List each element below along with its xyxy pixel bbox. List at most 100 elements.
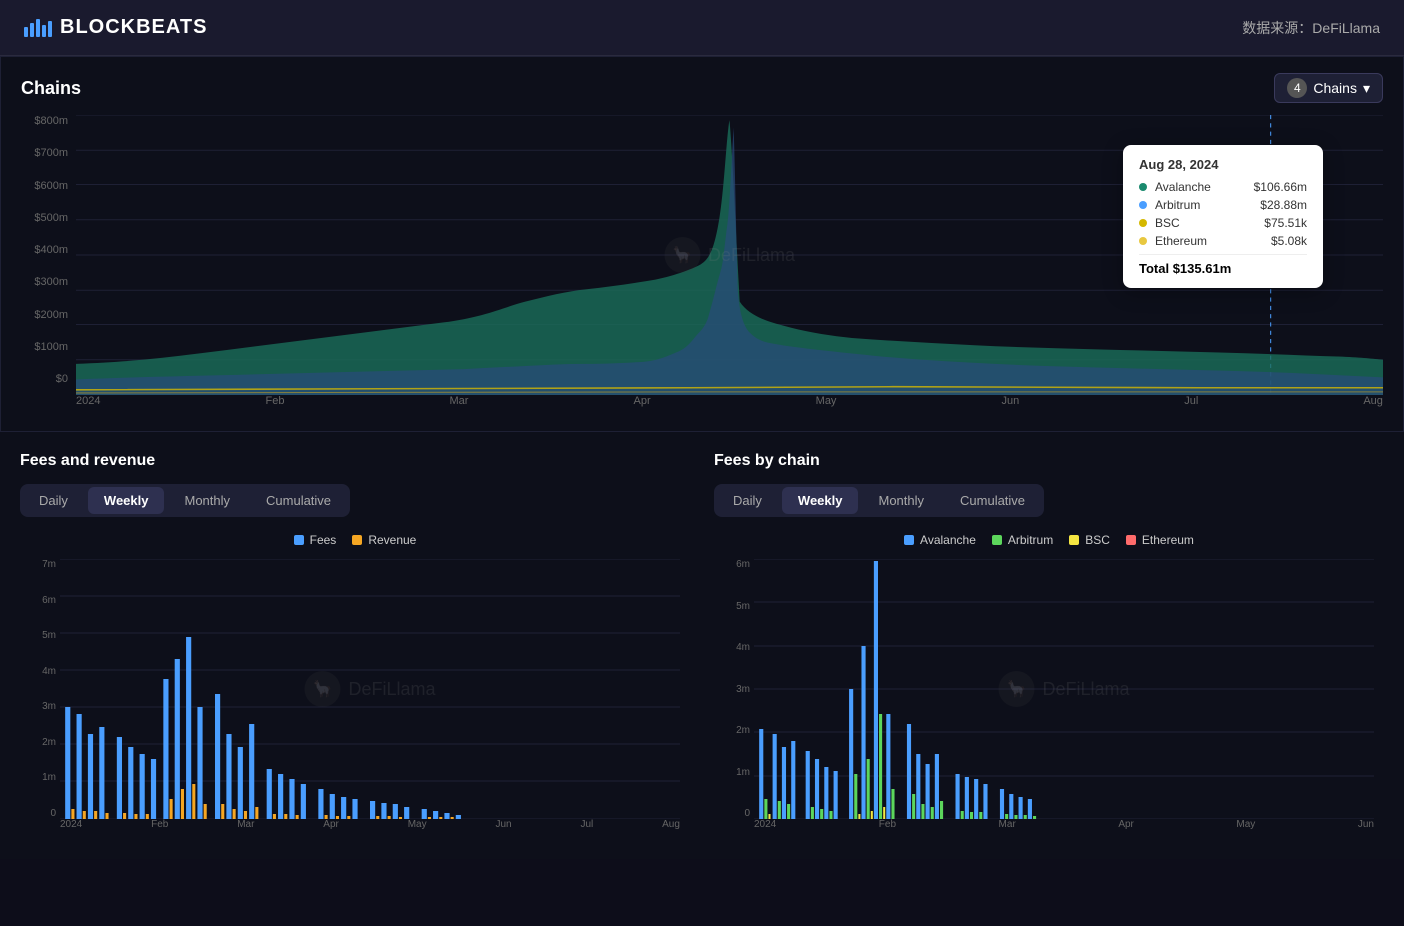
y-label-100m: $100m: [21, 341, 68, 353]
tooltip-label-bsc: BSC: [1155, 216, 1256, 230]
legend-label-avalanche: Avalanche: [920, 533, 976, 547]
legend-bsc: BSC: [1069, 533, 1110, 547]
logo-text: BLOCKBEATS: [60, 16, 207, 39]
tooltip-label-ethereum: Ethereum: [1155, 234, 1263, 248]
area-chart-container: $800m $700m $600m $500m $400m $300m $200…: [21, 115, 1383, 415]
logo-bar-4: [42, 25, 46, 37]
x-label-jul: Jul: [1184, 395, 1198, 415]
legend-dot-fees: [294, 535, 304, 545]
fees-by-chain-tabs: Daily Weekly Monthly Cumulative: [714, 484, 1044, 517]
fees-legend: Fees Revenue: [20, 533, 690, 547]
tooltip-value-ethereum: $5.08k: [1271, 234, 1307, 248]
tooltip-label-avalanche: Avalanche: [1155, 180, 1246, 194]
tab-monthly-fees[interactable]: Monthly: [168, 487, 246, 514]
x-label-apr: Apr: [634, 395, 651, 415]
tab-daily-chain[interactable]: Daily: [717, 487, 778, 514]
main-chart-header: Chains 4 Chains ▾: [21, 73, 1383, 103]
main-chart-section: Chains 4 Chains ▾ $800m $700m $600m $500…: [0, 56, 1404, 432]
legend-arbitrum: Arbitrum: [992, 533, 1053, 547]
legend-label-ethereum: Ethereum: [1142, 533, 1194, 547]
chain-bar-chart: 6m 5m 4m 3m 2m 1m 0: [714, 559, 1384, 839]
tab-cumulative-fees[interactable]: Cumulative: [250, 487, 347, 514]
tooltip-dot-bsc: [1139, 219, 1147, 227]
logo-icon: [24, 19, 52, 37]
tab-cumulative-chain[interactable]: Cumulative: [944, 487, 1041, 514]
tooltip-row-bsc: BSC $75.51k: [1139, 216, 1307, 230]
tooltip-dot-ethereum: [1139, 237, 1147, 245]
area-chart-y-labels: $800m $700m $600m $500m $400m $300m $200…: [21, 115, 76, 385]
y-label-500m: $500m: [21, 212, 68, 224]
x-label-aug: Aug: [1363, 395, 1383, 415]
tooltip-total-label: Total: [1139, 261, 1173, 276]
fees-by-chain-panel: Fees by chain Daily Weekly Monthly Cumul…: [714, 452, 1384, 839]
y-label-400m: $400m: [21, 244, 68, 256]
legend-label-arbitrum: Arbitrum: [1008, 533, 1053, 547]
tab-monthly-chain[interactable]: Monthly: [862, 487, 940, 514]
logo-bar-2: [30, 23, 34, 37]
chain-y-labels: 6m 5m 4m 3m 2m 1m 0: [714, 559, 754, 819]
logo-bar-3: [36, 19, 40, 37]
fees-bar-chart: 7m 6m 5m 4m 3m 2m 1m 0: [20, 559, 690, 839]
fees-y-labels: 7m 6m 5m 4m 3m 2m 1m 0: [20, 559, 60, 819]
legend-dot-avalanche: [904, 535, 914, 545]
tooltip-value-bsc: $75.51k: [1264, 216, 1307, 230]
y-label-700m: $700m: [21, 147, 68, 159]
chain-legend: Avalanche Arbitrum BSC Ethereum: [714, 533, 1384, 547]
fees-by-chain-title: Fees by chain: [714, 452, 1384, 470]
fees-revenue-tabs: Daily Weekly Monthly Cumulative: [20, 484, 350, 517]
chain-chart-svg: [754, 559, 1374, 819]
x-label-feb: Feb: [266, 395, 285, 415]
area-chart-x-labels: 2024 Feb Mar Apr May Jun Jul Aug: [76, 395, 1383, 415]
legend-dot-ethereum: [1126, 535, 1136, 545]
y-label-0: $0: [21, 373, 68, 385]
y-label-200m: $200m: [21, 309, 68, 321]
tooltip-total: Total $135.61m: [1139, 254, 1307, 276]
header: BLOCKBEATS 数据来源：DeFiLlama: [0, 0, 1404, 56]
chevron-down-icon: ▾: [1363, 80, 1370, 97]
tooltip-label-arbitrum: Arbitrum: [1155, 198, 1252, 212]
tooltip-date: Aug 28, 2024: [1139, 157, 1307, 172]
fees-chart-svg: [60, 559, 680, 819]
tab-weekly-chain[interactable]: Weekly: [782, 487, 859, 514]
chart-tooltip: Aug 28, 2024 Avalanche $106.66m Arbitrum…: [1123, 145, 1323, 288]
x-label-2024: 2024: [76, 395, 100, 415]
tooltip-row-ethereum: Ethereum $5.08k: [1139, 234, 1307, 248]
tooltip-dot-avalanche: [1139, 183, 1147, 191]
legend-fees: Fees: [294, 533, 337, 547]
y-label-800m: $800m: [21, 115, 68, 127]
main-chart-title: Chains: [21, 78, 81, 99]
tooltip-total-value: $135.61m: [1173, 261, 1232, 276]
fees-bar-chart-inner: 🦙 DeFiLlama: [60, 559, 680, 819]
legend-dot-bsc: [1069, 535, 1079, 545]
legend-ethereum: Ethereum: [1126, 533, 1194, 547]
tab-daily-fees[interactable]: Daily: [23, 487, 84, 514]
chains-count: 4: [1287, 78, 1307, 98]
y-label-600m: $600m: [21, 180, 68, 192]
logo: BLOCKBEATS: [24, 16, 207, 39]
legend-dot-revenue: [352, 535, 362, 545]
tab-weekly-fees[interactable]: Weekly: [88, 487, 165, 514]
fees-x-labels: 2024 Feb Mar Apr May Jun Jul Aug: [60, 819, 680, 839]
x-label-jun: Jun: [1001, 395, 1019, 415]
legend-label-bsc: BSC: [1085, 533, 1110, 547]
fees-revenue-title: Fees and revenue: [20, 452, 690, 470]
tooltip-row-arbitrum: Arbitrum $28.88m: [1139, 198, 1307, 212]
x-label-may: May: [816, 395, 837, 415]
x-label-mar: Mar: [450, 395, 469, 415]
legend-label-revenue: Revenue: [368, 533, 416, 547]
bottom-panels: Fees and revenue Daily Weekly Monthly Cu…: [0, 432, 1404, 859]
tooltip-dot-arbitrum: [1139, 201, 1147, 209]
chains-label: Chains: [1313, 80, 1357, 96]
chains-filter-button[interactable]: 4 Chains ▾: [1274, 73, 1383, 103]
logo-bar-5: [48, 21, 52, 37]
tooltip-row-avalanche: Avalanche $106.66m: [1139, 180, 1307, 194]
logo-bar-1: [24, 27, 28, 37]
legend-revenue: Revenue: [352, 533, 416, 547]
legend-dot-arbitrum: [992, 535, 1002, 545]
tooltip-value-arbitrum: $28.88m: [1260, 198, 1307, 212]
y-label-300m: $300m: [21, 276, 68, 288]
chain-x-labels: 2024 Feb Mar Apr May Jun: [754, 819, 1374, 839]
header-source: 数据来源：DeFiLlama: [1242, 18, 1380, 38]
legend-avalanche: Avalanche: [904, 533, 976, 547]
legend-label-fees: Fees: [310, 533, 337, 547]
